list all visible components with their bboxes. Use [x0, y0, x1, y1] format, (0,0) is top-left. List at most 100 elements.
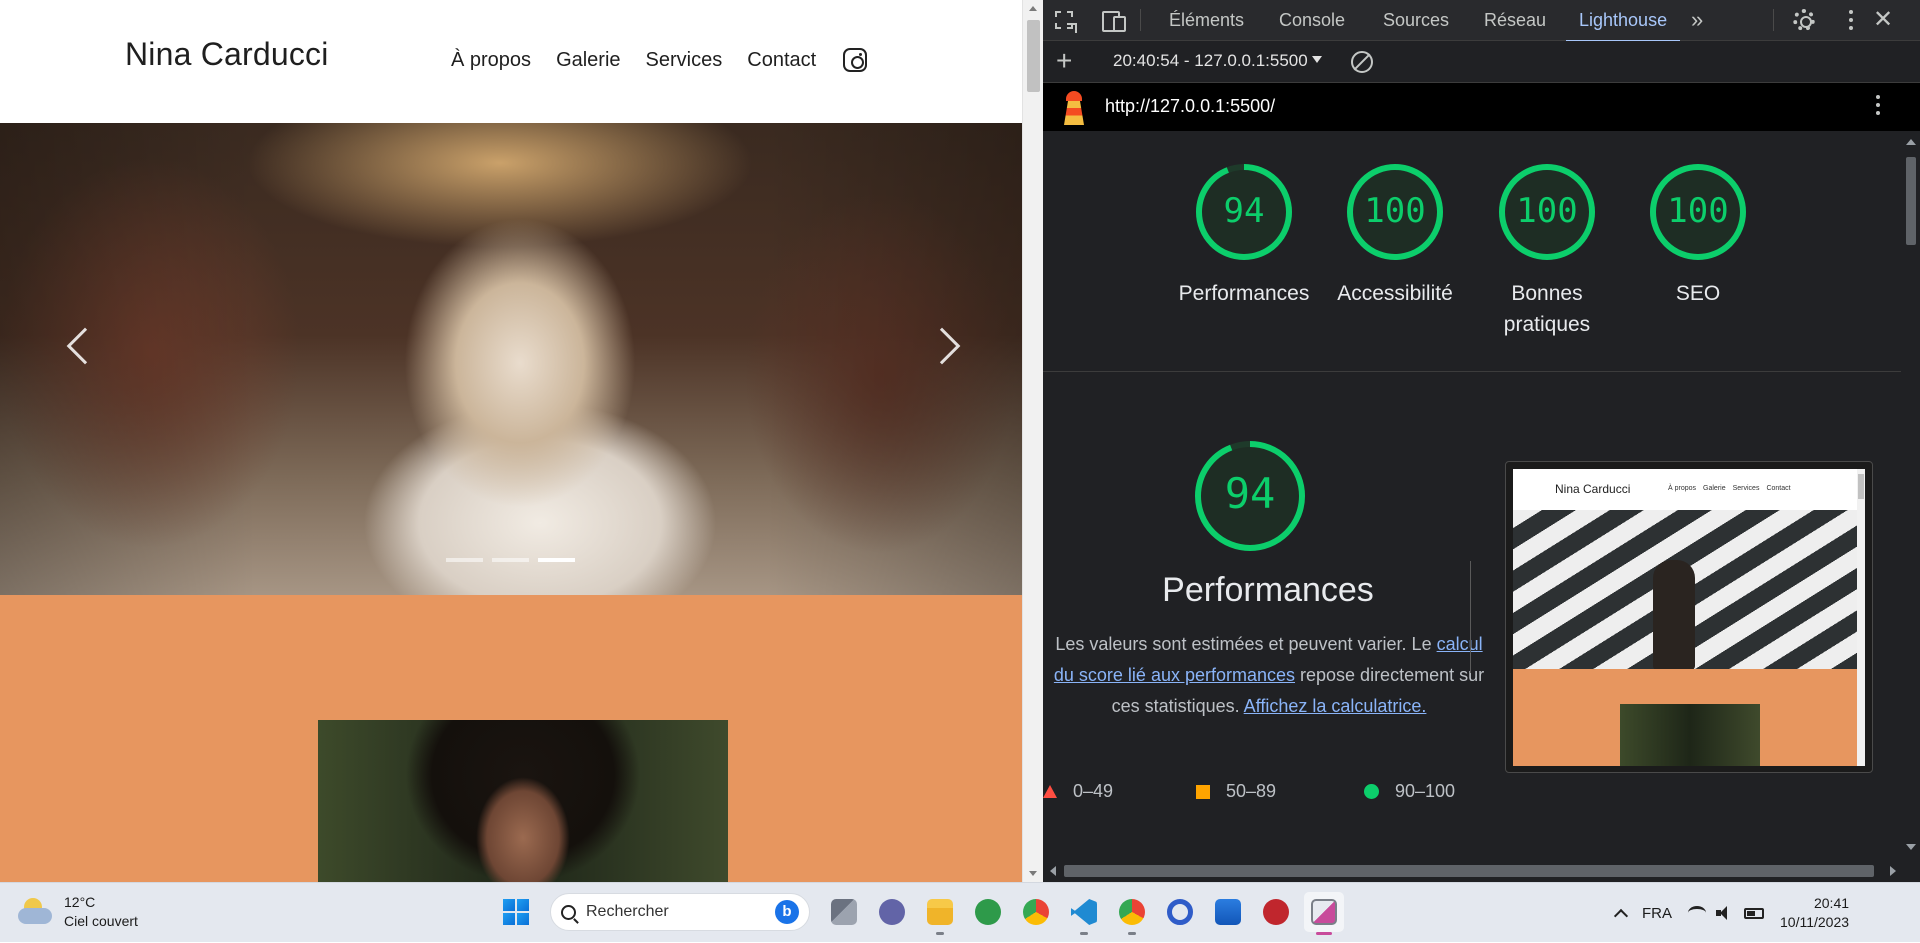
- scroll-up-arrow-icon[interactable]: [1906, 139, 1916, 145]
- carousel-indicator[interactable]: [492, 558, 529, 562]
- clock-date: 10/11/2023: [1780, 914, 1850, 930]
- gauge-score: 100: [1516, 191, 1578, 231]
- gauge-label-seo: SEO: [1675, 282, 1721, 305]
- scroll-down-arrow-icon[interactable]: [1906, 844, 1916, 850]
- devtools-panel: Éléments Console Sources Réseau Lighthou…: [1043, 0, 1920, 882]
- audited-url: http://127.0.0.1:5500/: [1105, 96, 1276, 116]
- performance-description: Les valeurs sont estimées et peuvent var…: [1051, 629, 1487, 722]
- performance-title: Performances: [1162, 571, 1374, 609]
- scrollbar-thumb[interactable]: [1027, 20, 1040, 92]
- battery-icon: [1744, 907, 1764, 919]
- divider: [1140, 9, 1141, 31]
- hero-image-wedding: [0, 123, 1022, 595]
- quick-settings[interactable]: [1688, 906, 1764, 920]
- chevron-up-icon[interactable]: [1613, 908, 1629, 924]
- tab-elements[interactable]: Éléments: [1169, 0, 1244, 41]
- search-label: Rechercher: [586, 903, 669, 920]
- scrollbar-thumb[interactable]: [1064, 865, 1874, 877]
- tab-lighthouse[interactable]: Lighthouse: [1565, 0, 1681, 42]
- bing-icon[interactable]: b: [775, 900, 799, 924]
- folder-icon: [927, 899, 953, 925]
- legend-pass: 90–100: [1364, 781, 1455, 802]
- scrollbar-thumb[interactable]: [1906, 157, 1916, 245]
- snipping-tool-button[interactable]: [1304, 892, 1344, 935]
- instagram-icon[interactable]: [843, 48, 868, 72]
- legend-pass-label: 90–100: [1395, 781, 1456, 801]
- close-devtools-icon[interactable]: ✕: [1873, 6, 1893, 34]
- start-button[interactable]: [496, 892, 536, 932]
- chrome-dev-button[interactable]: [1112, 892, 1152, 935]
- nav-link-galerie[interactable]: Galerie: [556, 49, 620, 72]
- square-icon: [1196, 784, 1210, 799]
- scroll-down-arrow-icon[interactable]: [1029, 871, 1037, 876]
- gauge-score: 100: [1364, 191, 1426, 231]
- report-vertical-scrollbar[interactable]: [1901, 131, 1920, 858]
- weather-widget[interactable]: 12°C Ciel couvert: [18, 893, 138, 931]
- thumbnail-nav: À propos Galerie Services Contact: [1668, 485, 1791, 492]
- carousel-indicator[interactable]: [446, 558, 483, 562]
- report-select-value: 20:40:54 - 127.0.0.1:5500: [1113, 51, 1308, 70]
- circle-icon: [1364, 784, 1379, 799]
- settings-gear-icon[interactable]: [1793, 9, 1815, 31]
- security-app-button[interactable]: [1256, 892, 1296, 932]
- language-indicator[interactable]: FRA: [1642, 905, 1672, 922]
- website-scrollbar[interactable]: [1022, 0, 1043, 882]
- windows-taskbar: 12°C Ciel couvert Rechercher b FRA 20:41…: [0, 882, 1920, 942]
- clear-reports-icon[interactable]: [1351, 51, 1373, 73]
- report-select[interactable]: 20:40:54 - 127.0.0.1:5500: [1113, 51, 1322, 71]
- system-tray: FRA 20:41 10/11/2023: [1613, 883, 1849, 943]
- calculator-link[interactable]: Affichez la calculatrice.: [1244, 696, 1427, 716]
- weather-description: Ciel couvert: [64, 913, 138, 929]
- site-title[interactable]: Nina Carducci: [125, 36, 329, 73]
- gauge-seo[interactable]: 100: [1648, 162, 1748, 262]
- device-toolbar-icon[interactable]: [1100, 8, 1126, 32]
- gauge-label-performance: Performances: [1178, 282, 1310, 305]
- site-nav: À propos Galerie Services Contact: [451, 48, 868, 72]
- thumbnail-nav-item: À propos: [1668, 485, 1697, 492]
- tab-network[interactable]: Réseau: [1484, 0, 1546, 41]
- new-report-plus-icon[interactable]: +: [1056, 45, 1072, 77]
- report-horizontal-scrollbar[interactable]: [1043, 858, 1920, 882]
- running-indicator: [1128, 932, 1136, 935]
- scroll-up-arrow-icon[interactable]: [1029, 6, 1037, 11]
- nav-link-contact[interactable]: Contact: [747, 49, 816, 72]
- taskbar-search[interactable]: Rechercher b: [550, 893, 810, 931]
- mail-button[interactable]: [1208, 892, 1248, 932]
- vscode-button[interactable]: [1064, 892, 1104, 935]
- thumbnail-scrollbar: [1857, 469, 1865, 766]
- more-tabs-icon[interactable]: »: [1691, 8, 1703, 32]
- sourcetree-button[interactable]: [968, 892, 1008, 932]
- divider: [1773, 9, 1774, 31]
- nav-link-services[interactable]: Services: [646, 49, 723, 72]
- nav-link-a-propos[interactable]: À propos: [451, 49, 531, 72]
- gauge-best-practices[interactable]: 100: [1497, 162, 1597, 262]
- video-chat-icon: [879, 899, 905, 925]
- teams-meet-button[interactable]: [872, 892, 912, 932]
- report-menu-icon[interactable]: [1876, 95, 1880, 115]
- weather-text: 12°C Ciel couvert: [64, 893, 138, 931]
- tab-console[interactable]: Console: [1279, 0, 1345, 41]
- shield-icon: [1263, 899, 1289, 925]
- taskbar-apps: Rechercher b: [496, 892, 1344, 935]
- lighthouse-report: 94 Performances 100 Accessibilité 100 Bo…: [1043, 131, 1901, 858]
- file-explorer-button[interactable]: [920, 892, 960, 935]
- thumbnail-nav-item: Galerie: [1703, 485, 1726, 492]
- clock[interactable]: 20:41 10/11/2023: [1780, 894, 1849, 932]
- scroll-right-arrow-icon[interactable]: [1890, 866, 1896, 876]
- gauge-performance[interactable]: 94: [1194, 162, 1294, 262]
- carousel-indicator-active[interactable]: [538, 558, 575, 562]
- more-options-icon[interactable]: [1849, 10, 1853, 30]
- final-screenshot-thumbnail[interactable]: Nina Carducci À propos Galerie Services …: [1505, 461, 1873, 773]
- legend-average: 50–89: [1196, 781, 1276, 802]
- thumbnail-nav-item: Contact: [1766, 485, 1791, 492]
- inspect-element-icon[interactable]: [1055, 11, 1073, 29]
- chrome-button[interactable]: [1016, 892, 1056, 932]
- gauge-accessibility[interactable]: 100: [1345, 162, 1445, 262]
- thumbnail-portrait: [1620, 704, 1760, 766]
- scroll-left-arrow-icon[interactable]: [1050, 866, 1056, 876]
- tab-sources[interactable]: Sources: [1383, 0, 1449, 41]
- running-indicator: [1080, 932, 1088, 935]
- task-view-button[interactable]: [824, 892, 864, 932]
- thumbnail-page: Nina Carducci À propos Galerie Services …: [1513, 469, 1865, 766]
- circle-app-button[interactable]: [1160, 892, 1200, 932]
